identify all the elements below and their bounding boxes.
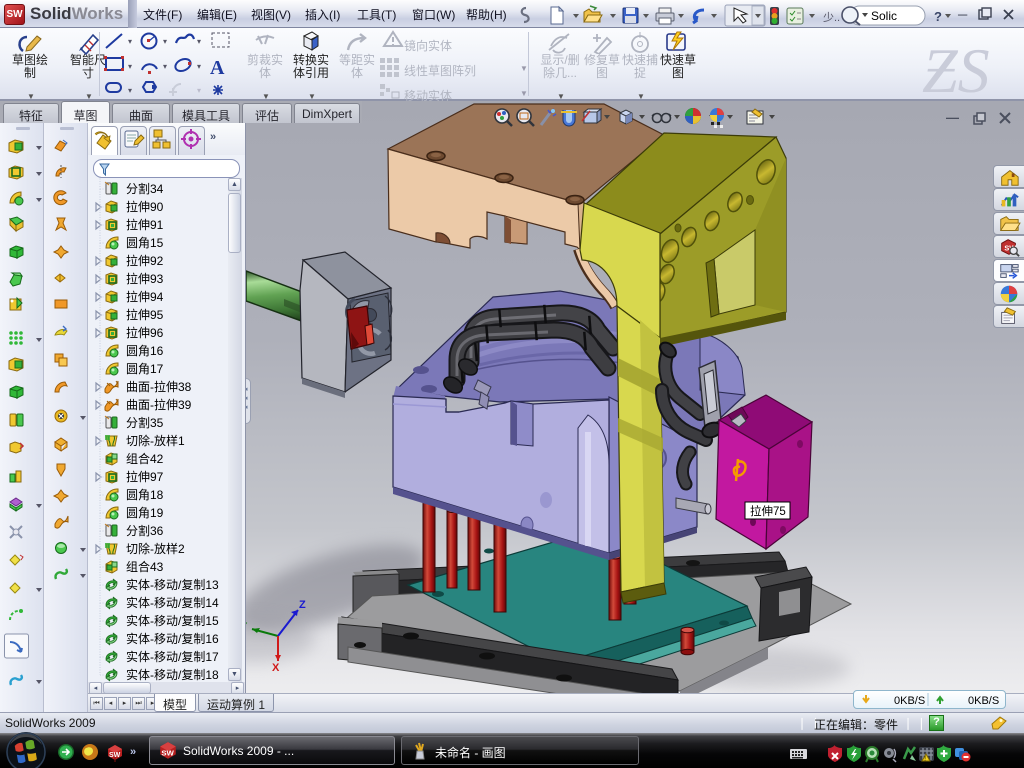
svg-text:圆角19: 圆角19 (126, 506, 164, 520)
svg-text:圆角18: 圆角18 (126, 488, 164, 502)
svg-text:切除-放样1: 切除-放样1 (126, 433, 185, 448)
svg-text:▾: ▾ (128, 62, 132, 71)
svg-text:实体-移动/复制14: 实体-移动/复制14 (126, 595, 219, 610)
svg-text:分割34: 分割34 (126, 181, 164, 196)
svg-text:圆角15: 圆角15 (126, 236, 164, 250)
svg-text:»: » (130, 746, 136, 758)
svg-text:曲面-拉伸39: 曲面-拉伸39 (126, 397, 192, 412)
svg-text:拉伸90: 拉伸90 (126, 199, 164, 214)
svg-text:组合43: 组合43 (126, 559, 164, 574)
svg-text:▾: ▾ (128, 37, 132, 46)
svg-text:▾: ▾ (197, 62, 201, 71)
svg-text:实体-移动/复制17: 实体-移动/复制17 (126, 649, 219, 664)
svg-text:拉伸93: 拉伸93 (126, 271, 164, 286)
svg-text:拉伸97: 拉伸97 (126, 469, 164, 484)
svg-text:实体-移动/复制13: 实体-移动/复制13 (126, 577, 219, 592)
svg-text:圆角17: 圆角17 (126, 362, 164, 376)
svg-text:实体-移动/复制18: 实体-移动/复制18 (126, 667, 219, 682)
svg-text:X: X (272, 662, 280, 674)
svg-text:?: ? (934, 9, 942, 24)
svg-text:▾: ▾ (128, 86, 132, 95)
svg-text:拉伸75: 拉伸75 (750, 504, 786, 518)
svg-text:切除-放样2: 切除-放样2 (126, 541, 185, 556)
svg-text:拉伸95: 拉伸95 (126, 307, 164, 322)
svg-text:Z: Z (299, 599, 306, 611)
svg-text:曲面-拉伸38: 曲面-拉伸38 (126, 379, 192, 394)
svg-text:拉伸92: 拉伸92 (126, 253, 164, 268)
svg-text:0KB/S: 0KB/S (968, 695, 999, 707)
svg-text:▾: ▾ (163, 62, 167, 71)
svg-text:实体-移动/复制16: 实体-移动/复制16 (126, 631, 219, 646)
svg-text:─: ─ (957, 7, 968, 22)
svg-text:▾: ▾ (163, 37, 167, 46)
svg-text:分割36: 分割36 (126, 523, 164, 538)
svg-text:组合42: 组合42 (126, 451, 164, 466)
svg-text:ƵS: ƵS (922, 35, 990, 100)
svg-text:分割35: 分割35 (126, 415, 164, 430)
svg-text:Solic: Solic (871, 9, 897, 23)
svg-text:圆角16: 圆角16 (126, 344, 164, 358)
svg-text:拉伸91: 拉伸91 (126, 217, 164, 232)
svg-text:SW: SW (161, 748, 174, 757)
svg-text:拉伸96: 拉伸96 (126, 325, 164, 340)
svg-text:拉伸94: 拉伸94 (126, 289, 164, 304)
svg-text:0KB/S: 0KB/S (894, 695, 925, 707)
svg-text:A: A (210, 57, 225, 79)
svg-text:SW: SW (109, 752, 121, 759)
svg-text:▾: ▾ (197, 37, 201, 46)
svg-text:实体-移动/复制15: 实体-移动/复制15 (126, 613, 219, 628)
svg-text:▾: ▾ (197, 86, 201, 95)
